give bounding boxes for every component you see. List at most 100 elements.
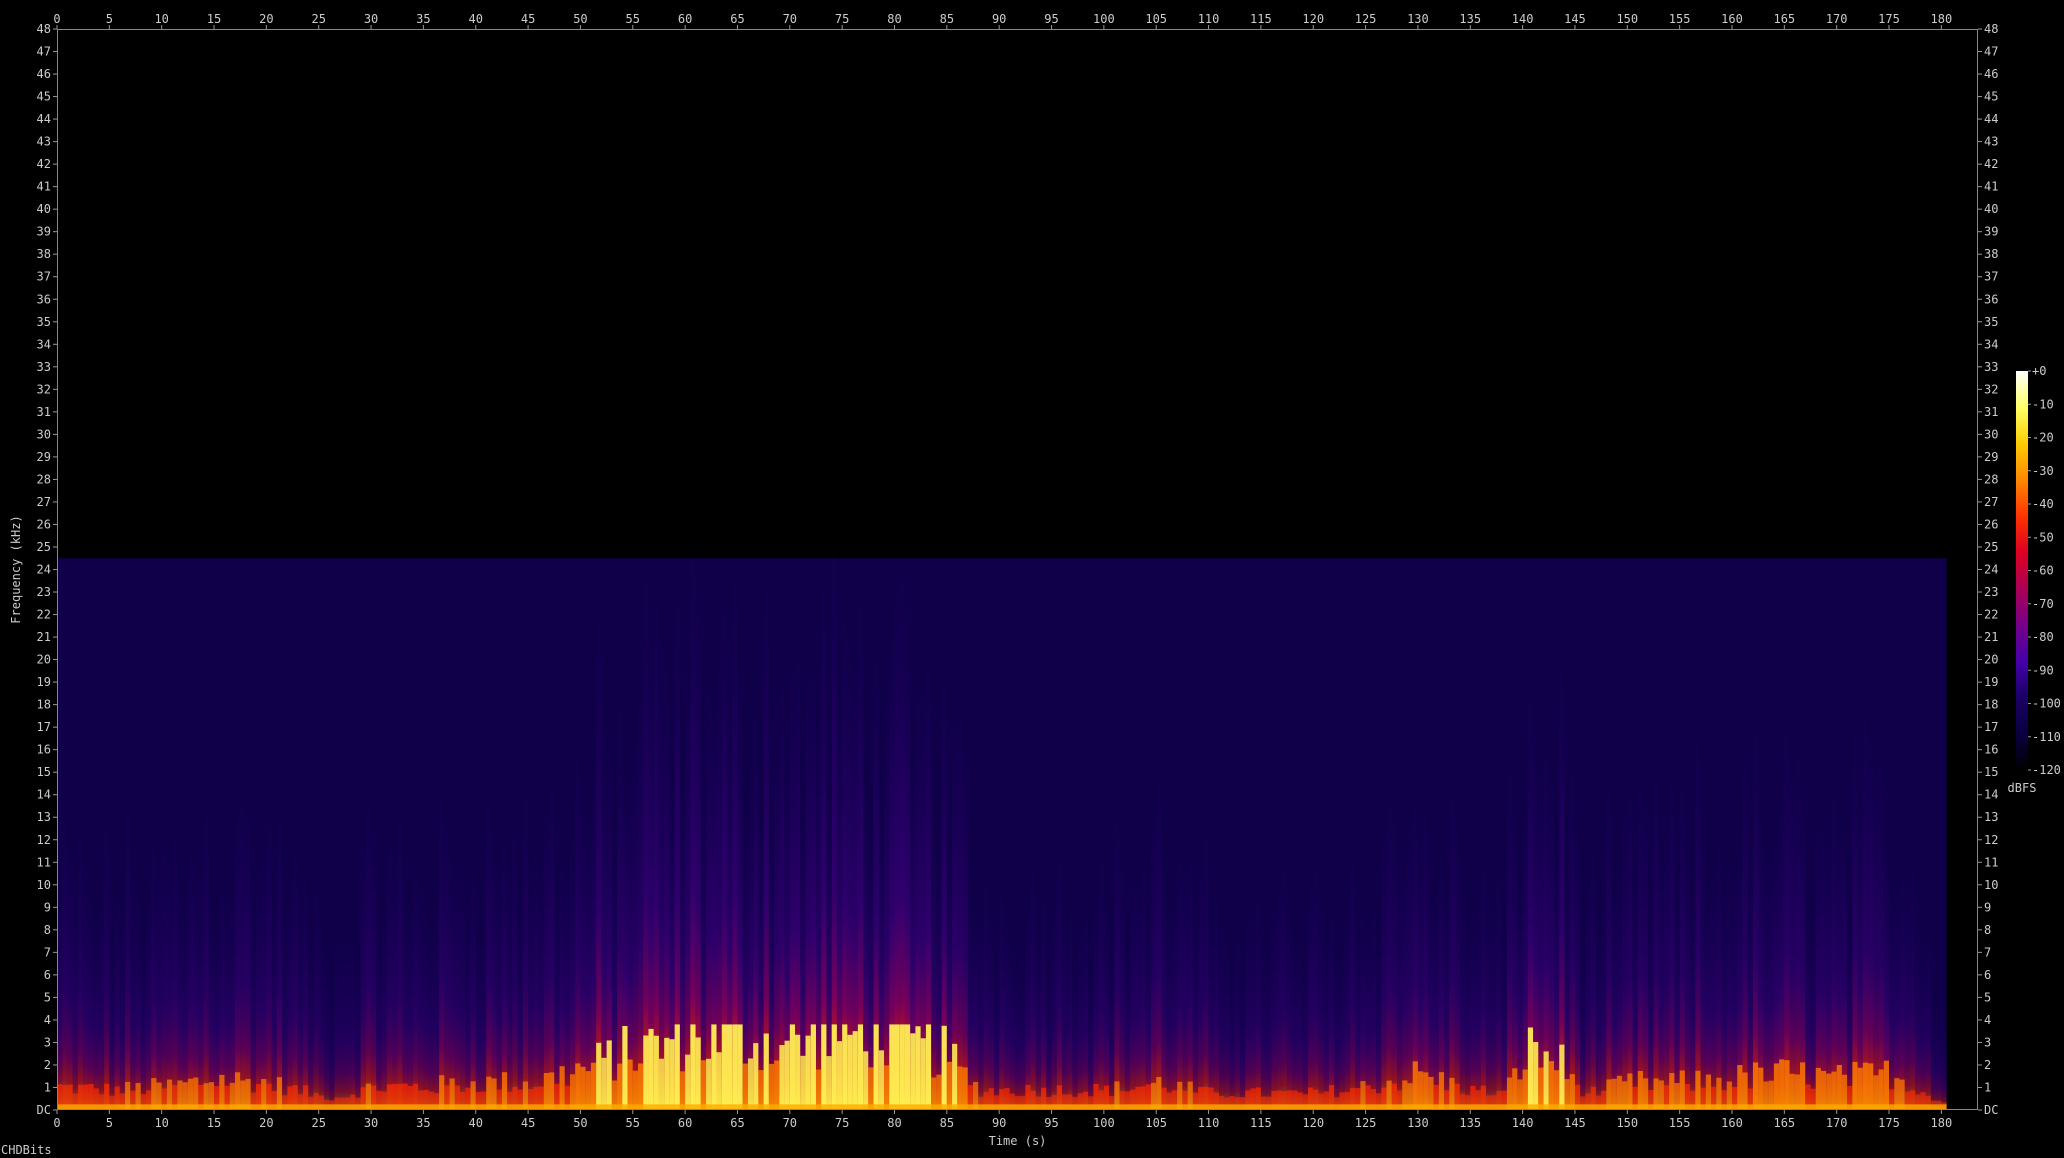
x-tick-label-top: 50 [573, 12, 587, 26]
spectrum-column [193, 859, 199, 1110]
spectrum-column [1056, 845, 1062, 1110]
low-band-energy [658, 1058, 665, 1110]
x-tick-label-bottom: 65 [730, 1116, 744, 1130]
x-tick-label-top: 130 [1407, 12, 1429, 26]
spectrum-column [402, 900, 408, 1110]
spectrum-column [1234, 926, 1240, 1110]
x-tick-label-bottom: 90 [992, 1116, 1006, 1130]
x-tick-label-top: 0 [53, 12, 60, 26]
low-band-energy [1773, 1063, 1780, 1110]
spectrum-column [329, 997, 335, 1110]
y-tick-label-left: 33 [37, 360, 51, 374]
y-tick-label-right: 17 [1984, 720, 1998, 734]
spectrum-column [1862, 702, 1869, 1110]
spectrum-column [1569, 759, 1575, 1110]
spectrum-column [166, 860, 173, 1110]
spectrum-column [1297, 930, 1303, 1110]
low-band-energy [1412, 1061, 1418, 1110]
spectrum-column [585, 806, 591, 1110]
x-tick-label-top: 150 [1616, 12, 1638, 26]
y-tick-label-left: 6 [44, 968, 51, 982]
y-tick-label-right: 2 [1984, 1058, 1991, 1072]
spectrum-column [569, 829, 576, 1110]
y-tick-label-right: 40 [1984, 202, 1998, 216]
spectrum-column [1627, 782, 1633, 1110]
spectrum-column [214, 910, 220, 1110]
y-tick-label-left: 24 [37, 563, 51, 577]
spectrum-column [1417, 846, 1424, 1110]
y-tick-label-right: 26 [1984, 517, 1998, 531]
x-tick-label-top: 90 [992, 12, 1006, 26]
spectrum-column [360, 839, 366, 1110]
spectrum-column [1292, 936, 1298, 1110]
y-tick-label-left: 26 [37, 517, 51, 531]
spectrum-column [1810, 922, 1816, 1110]
spectrum-column [1512, 818, 1518, 1110]
spectrum-column [653, 584, 659, 1110]
low-band-energy [842, 1024, 848, 1110]
low-band-energy [1820, 1070, 1827, 1110]
y-tick-label-left: 31 [37, 405, 51, 419]
x-tick-label-bottom: 100 [1093, 1116, 1115, 1130]
spectrum-column [1349, 849, 1356, 1110]
spectrum-column [763, 574, 769, 1110]
x-tick-label-bottom: 55 [626, 1116, 640, 1130]
spectrum-column [533, 837, 539, 1110]
y-tick-label-left: 8 [44, 923, 51, 937]
y-tick-label-left: 30 [37, 427, 51, 441]
spectrum-column [1140, 853, 1146, 1110]
spectrum-column [554, 900, 560, 1110]
y-tick-label-right: 14 [1984, 788, 1998, 802]
spectrum-column [1407, 816, 1413, 1110]
x-tick-label-top: 180 [1931, 12, 1953, 26]
y-tick-label-left: 9 [44, 900, 51, 914]
spectrum-column [496, 892, 502, 1110]
y-tick-label-left: 43 [37, 135, 51, 149]
spectrum-column [391, 857, 398, 1110]
spectrum-column [1622, 805, 1628, 1110]
spectrum-column [491, 849, 497, 1110]
spectrum-column [182, 899, 188, 1110]
low-band-energy [590, 1062, 597, 1110]
y-tick-label-right: 25 [1984, 540, 1998, 554]
x-tick-label-bottom: 155 [1669, 1116, 1691, 1130]
colorbar-tick-label: -50 [2032, 530, 2054, 544]
y-tick-label-right: 45 [1984, 90, 1998, 104]
y-tick-label-left: 19 [37, 675, 51, 689]
y-tick-label-left: 3 [44, 1035, 51, 1049]
y-tick-label-right: 42 [1984, 157, 1998, 171]
spectrum-column [1841, 814, 1848, 1110]
y-tick-label-right: 5 [1984, 990, 1991, 1004]
spectrum-column [774, 703, 780, 1110]
colorbar [2016, 371, 2028, 770]
y-tick-label-right: 27 [1984, 495, 1998, 509]
spectrum-column [98, 898, 105, 1110]
y-tick-label-left: 34 [37, 337, 51, 351]
spectrum-column [1229, 969, 1235, 1110]
spectrum-column [1459, 891, 1466, 1110]
spectrum-column [1800, 784, 1806, 1110]
spectrum-column [444, 826, 450, 1110]
low-band-energy [784, 1040, 790, 1110]
spectrum-column [1334, 957, 1340, 1110]
y-tick-label-right: 16 [1984, 743, 1998, 757]
colorbar-ticks: +0 -10 -20 -30 -40 -50 -60 -70 -80 -90 -100 -110 -12… [2028, 364, 2061, 777]
spectrum-column [512, 817, 518, 1110]
spectrum-column [1632, 896, 1638, 1110]
spectrum-column [454, 868, 461, 1110]
spectrum-column [161, 842, 167, 1110]
low-band-energy [1868, 1063, 1874, 1110]
spectrum-column [1145, 915, 1151, 1110]
y-tick-label-left: 18 [37, 698, 51, 712]
low-band-energy [622, 1026, 628, 1110]
y-tick-label-left: 25 [37, 540, 51, 554]
spectrum-column [685, 671, 691, 1110]
spectrum-column [1899, 870, 1905, 1110]
spectrum-column [993, 964, 1000, 1110]
spectrum-column [1653, 765, 1659, 1110]
y-tick-label-right: 3 [1984, 1035, 1991, 1049]
low-band-energy [1417, 1071, 1424, 1110]
low-band-energy [726, 1024, 733, 1110]
spectrum-column [1365, 920, 1371, 1110]
low-band-energy [1878, 1069, 1884, 1110]
